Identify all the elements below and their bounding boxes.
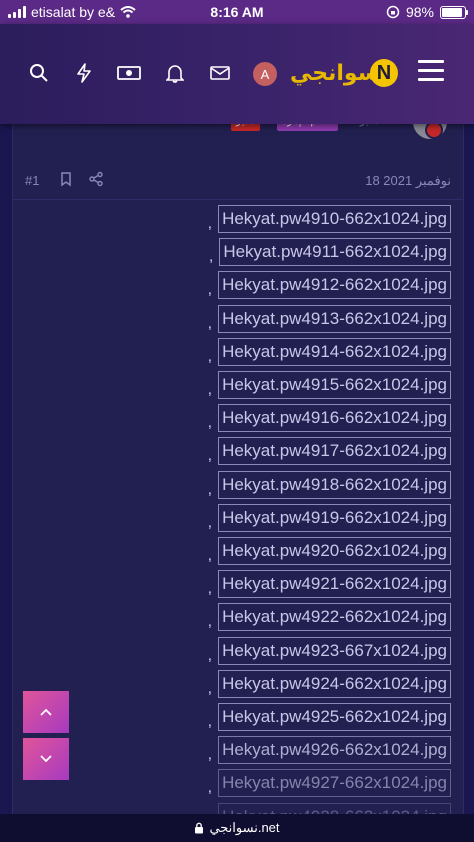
post-number[interactable]: #1 [25,173,39,188]
attachment-link[interactable]: Hekyat.pw4915-662x1024.jpg [218,371,451,399]
attachment-row: , Hekyat.pw4919-662x1024.jpg [207,503,451,532]
list-separator: , [207,713,213,730]
list-separator: , [208,248,214,266]
attachment-link[interactable]: Hekyat.pw4917-662x1024.jpg [218,437,451,466]
attachment-row: , Hekyat.pw4924-662x1024.jpg [207,669,451,698]
list-separator: , [207,347,213,365]
attachment-link[interactable]: Hekyat.pw4923-667x1024.jpg [218,636,451,665]
attachment-row: , Hekyat.pw4927-662x1024.jpg [207,769,451,798]
browser-url-bar[interactable]: نسوانجي.net [0,814,474,842]
attachment-link[interactable]: Hekyat.pw4914-662x1024.jpg [218,337,451,366]
attachment-row: , Hekyat.pw4921-662x1024.jpg [207,570,451,599]
attachment-link[interactable]: Hekyat.pw4910-662x1024.jpg [218,205,451,233]
list-separator: , [207,580,213,598]
mail-icon[interactable] [207,60,233,86]
chevron-down-icon [40,755,52,763]
list-separator: , [207,513,213,531]
post-date: 18 نوفمبر 2021 [365,173,451,188]
list-separator: , [207,281,213,299]
attachment-row: , Hekyat.pw4914-662x1024.jpg [207,337,451,366]
orientation-lock-icon [386,5,400,19]
attachment-link[interactable]: Hekyat.pw4922-662x1024.jpg [218,603,451,632]
list-separator: , [207,447,213,465]
post-card: مدير طاقم الإدارة مدير #1 18 نوفمبر 2021… [12,118,464,820]
url-domain: نسوانجي.net [209,820,280,835]
menu-icon[interactable] [418,60,444,86]
list-separator: , [207,646,213,664]
attachment-row: , Hekyat.pw4910-662x1024.jpg [208,205,451,233]
list-separator: , [207,314,213,332]
attachment-link[interactable]: Hekyat.pw4916-662x1024.jpg [218,404,451,433]
scroll-down-button[interactable] [23,738,69,780]
money-icon[interactable] [116,60,142,86]
attachment-row: , Hekyat.pw4925-662x1024.jpg [208,703,451,731]
attachment-row: , Hekyat.pw4912-662x1024.jpg [207,271,451,300]
attachment-link[interactable]: Hekyat.pw4925-662x1024.jpg [218,703,451,731]
attachment-row: , Hekyat.pw4917-662x1024.jpg [207,437,451,466]
bolt-icon[interactable] [71,60,97,86]
list-separator: , [207,414,213,432]
attachment-link[interactable]: Hekyat.pw4924-662x1024.jpg [218,669,451,698]
attachment-list: , Hekyat.pw4910-662x1024.jpg, Hekyat.pw491… [13,205,463,819]
site-logo-icon[interactable]: N [370,59,398,87]
status-right: 98% [386,4,468,20]
user-avatar-button[interactable]: A [253,62,277,86]
status-bar: etisalat by e& 8:16 AM 98% [0,0,474,24]
attachment-row: , Hekyat.pw4920-662x1024.jpg [208,537,451,565]
attachment-link[interactable]: Hekyat.pw4927-662x1024.jpg [218,769,451,798]
search-icon[interactable] [26,60,52,86]
list-separator: , [207,215,213,232]
site-header: A نسوانجي N [0,24,474,124]
attachment-row: , Hekyat.pw4923-667x1024.jpg [207,636,451,665]
attachment-link[interactable]: Hekyat.pw4912-662x1024.jpg [218,271,451,300]
battery-percent: 98% [405,4,434,20]
attachment-row: , Hekyat.pw4916-662x1024.jpg [207,404,451,433]
list-separator: , [207,679,213,697]
list-separator: , [207,480,213,498]
attachment-row: , Hekyat.pw4913-662x1024.jpg [207,304,451,333]
list-separator: , [207,746,213,764]
scroll-up-button[interactable] [23,691,69,733]
attachment-row: , Hekyat.pw4911-662x1024.jpg [208,238,451,267]
lock-icon [195,822,204,834]
attachment-link[interactable]: Hekyat.pw4920-662x1024.jpg [218,537,451,565]
attachment-row: , Hekyat.pw4915-662x1024.jpg [208,371,451,399]
list-separator: , [207,779,213,797]
list-separator: , [207,547,213,564]
attachment-link[interactable]: Hekyat.pw4913-662x1024.jpg [218,304,451,333]
attachment-link[interactable]: Hekyat.pw4911-662x1024.jpg [219,238,451,267]
attachment-row: , Hekyat.pw4922-662x1024.jpg [207,603,451,632]
battery-icon [440,5,468,19]
attachment-row: , Hekyat.pw4918-662x1024.jpg [207,470,451,499]
attachment-link[interactable]: Hekyat.pw4921-662x1024.jpg [218,570,451,599]
chevron-up-icon [40,708,52,716]
list-separator: , [207,613,213,631]
list-separator: , [207,381,213,398]
share-icon[interactable] [88,171,104,187]
attachment-link[interactable]: Hekyat.pw4918-662x1024.jpg [218,470,451,499]
attachment-link[interactable]: Hekyat.pw4926-662x1024.jpg [218,736,451,765]
attachment-row: , Hekyat.pw4926-662x1024.jpg [207,736,451,765]
attachment-link[interactable]: Hekyat.pw4919-662x1024.jpg [218,503,451,532]
bookmark-icon[interactable] [58,171,74,187]
post-meta: #1 18 نوفمبر 2021 [13,169,463,200]
bell-icon[interactable] [162,60,188,86]
